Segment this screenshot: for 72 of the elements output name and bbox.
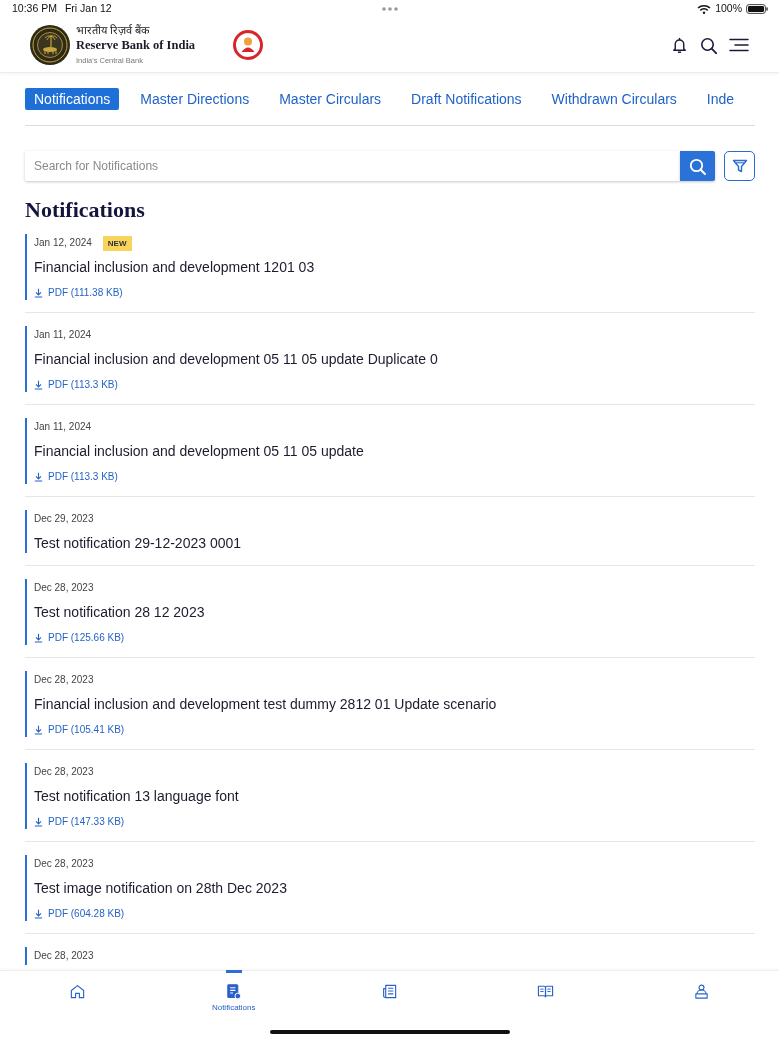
pdf-download-link[interactable]: PDF (105.41 KB) (34, 723, 125, 737)
status-time: 10:36 PM (12, 1, 57, 17)
home-icon (69, 983, 87, 1000)
download-icon (34, 909, 43, 919)
category-tab[interactable]: Draft Notifications (402, 88, 531, 110)
notification-entry[interactable]: Dec 28, 2023 Test notification 13 language font PDF (147.33 KB) (25, 763, 755, 829)
notification-entry[interactable]: Jan 11, 2024 Financial inclusion and development 05 11 05 update Duplicate 0 PDF (113.3 KB) (25, 326, 755, 392)
download-icon (34, 725, 43, 735)
funnel-icon (731, 158, 748, 174)
filter-button[interactable] (724, 151, 755, 181)
notification-title: Financial inclusion and development test dummy 2812 01 Update scenario (34, 695, 498, 714)
notification-entry[interactable]: Dec 29, 2023 Test notification 29-12-2023 0001 (25, 510, 755, 553)
pdf-download-link[interactable]: PDF (147.33 KB) (34, 815, 125, 829)
notification-date: Dec 28, 2023 (34, 765, 94, 779)
notification-title: Test image notification on 28th Dec 2023 (34, 879, 288, 898)
notification-date: Jan 11, 2024 (34, 328, 92, 342)
pdf-download-link[interactable]: PDF (604.28 KB) (34, 907, 125, 921)
newspaper-icon (381, 983, 398, 1000)
notification-entry[interactable]: Dec 28, 2023 Test notification 28 12 2023 PDF (125.66 KB) (25, 579, 755, 645)
notification-title: Test notification 28 12 2023 (34, 603, 206, 622)
notification-date: Jan 12, 2024 (34, 236, 92, 250)
bank-emblem-icon (30, 25, 70, 65)
new-badge: NEW (102, 235, 132, 251)
notification-title: Test notification 29-12-2023 0001 (34, 534, 243, 553)
menu-icon[interactable] (729, 38, 749, 52)
pdf-download-link[interactable]: PDF (113.3 KB) (34, 378, 118, 392)
pdf-download-link[interactable]: PDF (125.66 KB) (34, 631, 125, 645)
notification-date: Dec 28, 2023 (34, 673, 94, 687)
open-book-icon (536, 983, 554, 1000)
battery-icon (746, 4, 768, 14)
notification-entry[interactable]: Dec 28, 2023 Financial inclusion and development test dummy 2812 01 Update scenario PDF (105.41 KB) (25, 671, 755, 737)
notification-date: Dec 29, 2023 (34, 512, 94, 526)
download-icon (34, 380, 43, 390)
category-tab[interactable]: Notifications (25, 88, 120, 110)
download-icon (34, 633, 43, 643)
search-button[interactable] (680, 151, 715, 181)
category-tab[interactable]: Master Directions (131, 88, 259, 110)
bank-name: Reserve Bank of India (76, 38, 197, 53)
notification-title: Financial inclusion and development 1201 03 (34, 258, 316, 277)
download-icon (34, 472, 43, 482)
notification-date: Dec 28, 2023 (34, 949, 94, 963)
search-field[interactable]: Search for Notifications (25, 151, 680, 181)
category-tab[interactable]: Withdrawn Circulars (542, 88, 686, 110)
document-icon (225, 983, 243, 1000)
notification-entry[interactable]: Jan 11, 2024 Financial inclusion and development 05 11 05 update PDF (113.3 KB) (25, 418, 755, 484)
notification-title: Test notification 13 language font (34, 787, 240, 806)
pdf-download-link[interactable]: PDF (111.38 KB) (34, 286, 123, 300)
download-icon (34, 288, 43, 298)
notification-date: Dec 28, 2023 (34, 581, 94, 595)
bank-name-hindi: भारतीय रिज़र्व बैंक (76, 24, 151, 37)
download-icon (34, 817, 43, 827)
battery-percent: 100% (715, 1, 742, 17)
pdf-download-link[interactable]: PDF (113.3 KB) (34, 470, 118, 484)
search-icon (689, 157, 706, 175)
notification-entry[interactable]: Dec 28, 2023 Test image notification on 28th Dec 2023 PDF (604.28 KB) (25, 855, 755, 921)
notification-date: Jan 11, 2024 (34, 420, 92, 434)
notification-entry[interactable]: Dec 28, 2023 (25, 947, 755, 965)
search-icon[interactable] (700, 36, 717, 54)
wifi-icon (697, 4, 712, 14)
notification-date: Dec 28, 2023 (34, 857, 94, 871)
bottom-nav-tab[interactable]: Notifications (155, 971, 312, 1020)
notification-entry[interactable]: Jan 12, 2024 NEW Financial inclusion and development 1201 03 PDF (111.38 KB) (25, 234, 755, 300)
category-tab[interactable]: Inde (697, 88, 744, 110)
notification-title: Financial inclusion and development 05 11 05 update Duplicate 0 (34, 350, 439, 369)
status-date: Fri Jan 12 (64, 1, 112, 17)
person-icon (692, 983, 710, 1000)
category-tab[interactable]: Master Circulars (270, 88, 391, 110)
multitasking-dots-icon[interactable] (382, 7, 398, 11)
mascot-logo-icon (233, 30, 263, 60)
page-heading: Notifications (25, 197, 146, 223)
bell-icon[interactable] (671, 36, 688, 54)
notification-title: Financial inclusion and development 05 11 05 update (34, 442, 365, 461)
